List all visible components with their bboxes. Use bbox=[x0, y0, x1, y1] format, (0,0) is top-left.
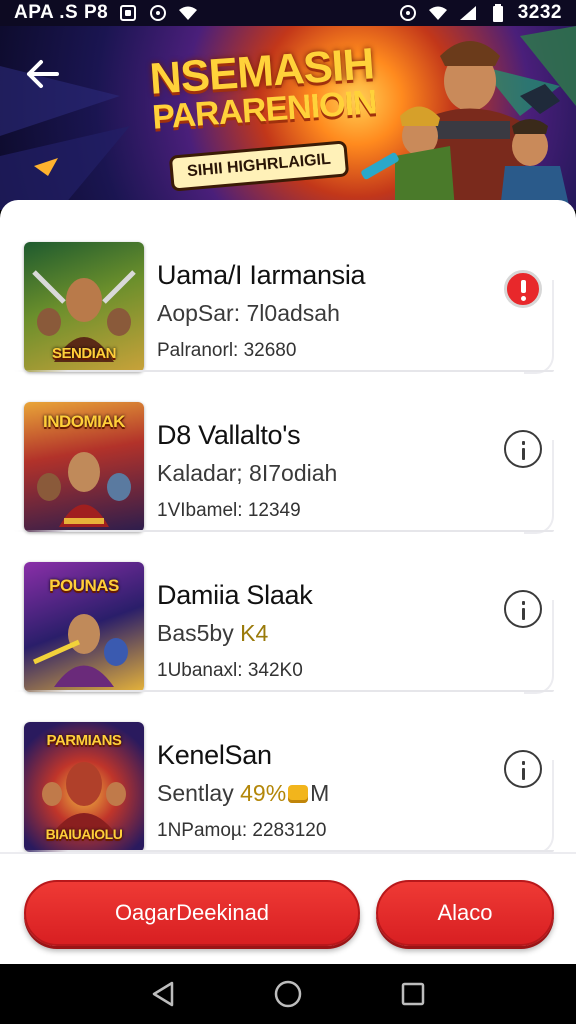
do-not-disturb-icon bbox=[398, 4, 418, 22]
game-title: Damiia Slaak bbox=[157, 580, 313, 610]
subtitle-accent: K4 bbox=[240, 620, 269, 646]
status-carrier-text: APA .S P8 bbox=[14, 2, 109, 23]
system-nav-bar bbox=[0, 964, 576, 1024]
game-subtitle: Kaladar; 8I7odiah bbox=[157, 460, 338, 486]
info-button[interactable] bbox=[504, 430, 542, 468]
promo-banner[interactable]: NSEMASIH PARARENIOIN SIHII HIGHRLAIGIL bbox=[0, 26, 576, 210]
alert-icon bbox=[520, 296, 526, 301]
primary-action-button[interactable]: OagarDeekinad bbox=[24, 880, 360, 946]
info-button[interactable] bbox=[504, 750, 542, 788]
arrow-left-icon bbox=[27, 60, 59, 88]
thumbnail-label: INDOMIAK bbox=[43, 412, 125, 431]
square-recents-icon bbox=[402, 982, 425, 1006]
game-thumbnail: POUNAS bbox=[24, 562, 144, 692]
box-icon bbox=[118, 4, 138, 22]
signal-icon bbox=[458, 4, 478, 22]
thumbnail-label: POUNAS bbox=[49, 576, 119, 595]
game-title: KenelSan bbox=[157, 740, 272, 770]
triangle-back-icon bbox=[152, 981, 173, 1007]
thumbnail-label: PARMIANS bbox=[46, 732, 122, 749]
game-subtitle: Bas5by K4 bbox=[157, 620, 269, 646]
thumbnail-label: SENDIAN bbox=[51, 345, 117, 362]
info-icon bbox=[521, 761, 525, 765]
game-meta: 1Ubanaxl: 342K0 bbox=[157, 660, 303, 681]
list-item[interactable]: PARMIANS BIAIUAIOLU KenelSan Sentlay 49%… bbox=[14, 700, 554, 860]
game-subtitle: Sentlay 49% M bbox=[157, 780, 330, 806]
game-meta: Palranorl: 32680 bbox=[157, 340, 297, 361]
game-meta: 1NPamoµ: 2283120 bbox=[157, 820, 327, 841]
circle-home-icon bbox=[274, 980, 302, 1008]
battery-icon bbox=[488, 4, 508, 22]
secondary-action-button[interactable]: Alaco bbox=[376, 880, 554, 946]
wifi-icon bbox=[178, 4, 198, 22]
game-meta: 1VIbamel: 12349 bbox=[157, 500, 301, 521]
thumbnail-label-bottom: BIAIUAIOLU bbox=[45, 826, 123, 842]
list-item[interactable]: INDOMIAK D8 Vallalto's Kaladar; 8I7odiah… bbox=[14, 380, 554, 540]
list-item[interactable]: SENDIAN Uama/I Iarmansia AopSar: 7l0adsa… bbox=[14, 220, 554, 380]
info-icon bbox=[521, 601, 525, 605]
game-list: SENDIAN Uama/I Iarmansia AopSar: 7l0adsa… bbox=[0, 220, 576, 860]
status-time: 3232 bbox=[517, 2, 562, 23]
game-title: Uama/I Iarmansia bbox=[157, 260, 366, 290]
info-icon bbox=[521, 441, 525, 445]
status-bar: APA .S P8 3232 bbox=[0, 0, 576, 26]
game-thumbnail: INDOMIAK bbox=[24, 402, 144, 532]
wifi-icon bbox=[428, 4, 448, 22]
alert-button[interactable] bbox=[504, 270, 542, 308]
subtitle-accent: 49% bbox=[240, 780, 287, 806]
list-item[interactable]: POUNAS Damiia Slaak Bas5by K4 1Ubanaxl: … bbox=[14, 540, 554, 700]
game-thumbnail: PARMIANS BIAIUAIOLU bbox=[24, 722, 144, 852]
game-subtitle: AopSar: 7l0adsah bbox=[157, 300, 340, 326]
back-button[interactable] bbox=[20, 52, 64, 96]
nav-recents-button[interactable] bbox=[393, 974, 433, 1014]
game-title: D8 Vallalto's bbox=[157, 420, 301, 450]
game-list-panel: SENDIAN Uama/I Iarmansia AopSar: 7l0adsa… bbox=[0, 200, 576, 964]
coin-icon bbox=[288, 785, 309, 803]
game-thumbnail: SENDIAN bbox=[24, 242, 144, 372]
circle-icon bbox=[148, 4, 168, 22]
nav-back-button[interactable] bbox=[143, 974, 183, 1014]
info-button[interactable] bbox=[504, 590, 542, 628]
action-bar: OagarDeekinad Alaco bbox=[0, 852, 576, 964]
nav-home-button[interactable] bbox=[268, 974, 308, 1014]
